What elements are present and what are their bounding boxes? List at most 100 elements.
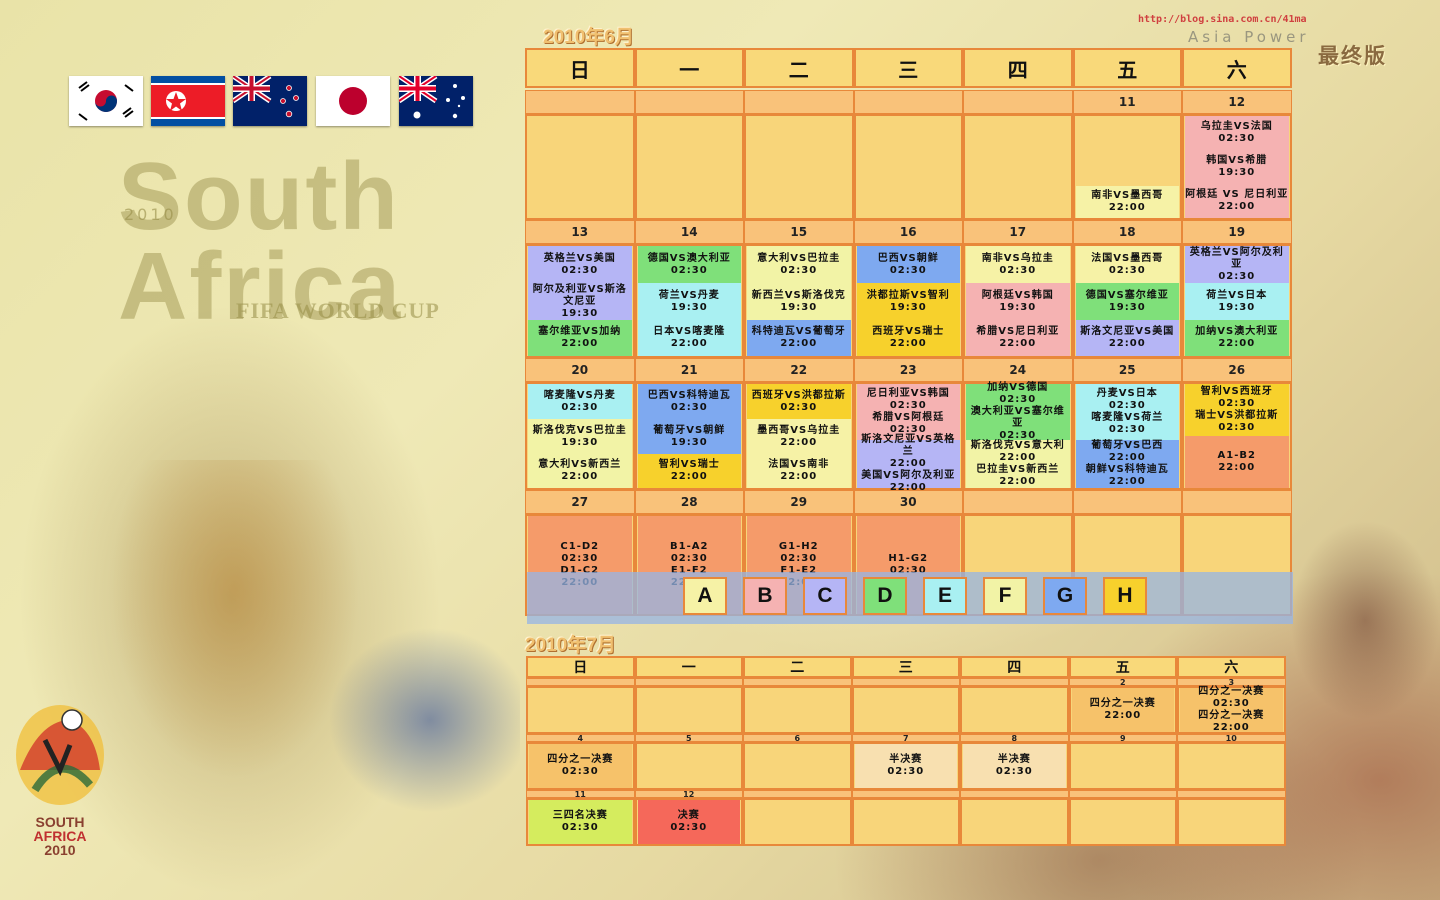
date-number (1072, 490, 1182, 514)
date-number (744, 90, 854, 114)
date-number: 12 (1182, 90, 1292, 114)
match-teams: 半决赛 (889, 754, 923, 765)
legend-group-e: E (923, 577, 967, 615)
day-cell (853, 114, 963, 220)
match-time: 02:30 (887, 766, 925, 777)
legend-group-d: D (863, 577, 907, 615)
day-cell: 巴西VS科特迪瓦 02:30 葡萄牙VS朝鲜 19:30 智利VS瑞士 22:00 (634, 382, 744, 490)
match-time: 22:00 (670, 338, 708, 349)
match-time: 02:30 (1108, 424, 1146, 435)
day-cell: 半决赛 02:30 (960, 742, 1069, 790)
day-cell (1177, 742, 1286, 790)
match-slot: 斯洛伐克VS意大利 22:00 巴拉圭VS新西兰 22:00 (966, 440, 1070, 488)
match-time: 02:30 (670, 401, 708, 413)
day-cell (634, 742, 743, 790)
match-time: 02:30 (999, 394, 1037, 405)
match-time: 02:30 (889, 400, 927, 411)
match-time: 22:00 (561, 338, 599, 349)
date-number: 17 (963, 220, 1073, 244)
legend-group-h: H (1103, 577, 1147, 615)
day-cell (744, 114, 854, 220)
day-cell (634, 114, 744, 220)
match-time: 02:30 (1108, 264, 1146, 276)
match-time: 02:30 (889, 264, 927, 276)
match-slot: 洪都拉斯VS智利 19:30 (856, 283, 960, 320)
date-number: 4 (526, 734, 635, 743)
match-teams: 乌拉圭VS法国 (1200, 121, 1273, 132)
match-time: 02:30 (561, 766, 599, 777)
match-time: 22:00 (999, 476, 1037, 487)
match-slot: 荷兰VS日本 19:30 (1185, 283, 1289, 320)
match-teams: 斯洛伐克VS意大利 (970, 440, 1065, 451)
weekday-header: 一 (634, 48, 744, 88)
date-number: 28 (634, 490, 744, 514)
weekday-header: 二 (744, 48, 854, 88)
day-cell: 四分之一决赛 02:30 四分之一决赛 22:00 (1177, 686, 1286, 734)
day-cell (851, 686, 960, 734)
date-number: 11 (1072, 90, 1182, 114)
date-number: 13 (525, 220, 635, 244)
day-cell (1068, 798, 1177, 846)
match-time: 02:30 (995, 766, 1033, 777)
legend-group-b: B (743, 577, 787, 615)
player-photo-kneeling (320, 620, 520, 820)
date-number: 11 (526, 790, 635, 799)
match-teams: 意大利VS巴拉圭 (757, 252, 841, 264)
match-teams: 英格兰VS美国 (543, 252, 616, 264)
date-number: 26 (1182, 358, 1292, 382)
match-teams: 四分之一决赛 (1198, 686, 1265, 697)
world-cup-logo: SOUTH AFRICA 2010 (10, 700, 110, 858)
match-time: 22:00 (1212, 722, 1250, 733)
day-cell (1177, 798, 1286, 846)
match-teams: 阿尔及利亚VS斯洛文尼亚 (532, 283, 627, 307)
match-time: 22:00 (780, 436, 818, 448)
match-teams: 荷兰VS丹麦 (658, 289, 720, 301)
match-teams: 美国VS阿尔及利亚 (861, 470, 956, 481)
day-cell: 四分之一决赛 02:30 (526, 742, 635, 790)
day-cell: 三四名决赛 02:30 (526, 798, 635, 846)
match-time: 02:30 (780, 401, 818, 413)
day-cell: 丹麦VS日本 02:30 喀麦隆VS荷兰 02:30 葡萄牙VS巴西 22:00 朝鲜VS科… (1072, 382, 1182, 490)
weekday-header: 六 (1182, 48, 1292, 88)
match-teams: H1-G2 (888, 553, 929, 564)
match-slot: 阿根廷 VS 尼日利亚 22:00 (1185, 184, 1289, 218)
player-photo-right (1290, 520, 1440, 720)
match-teams: 希腊VS尼日利亚 (976, 326, 1060, 337)
date-number: 30 (853, 490, 963, 514)
match-time: 02:30 (561, 264, 599, 276)
weekday-header: 二 (743, 656, 852, 678)
date-number: 3 (1177, 678, 1286, 687)
match-slot: 丹麦VS日本 02:30 喀麦隆VS荷兰 02:30 (1075, 384, 1179, 440)
north-korea-flag (151, 76, 225, 126)
match-teams: 阿根廷VS韩国 (981, 289, 1054, 301)
match-teams: 墨西哥VS乌拉圭 (757, 424, 841, 436)
date-number: 18 (1072, 220, 1182, 244)
date-number: 16 (853, 220, 963, 244)
match-slot: 法国VS南非 22:00 (747, 454, 851, 488)
date-number: 25 (1072, 358, 1182, 382)
match-slot: 智利VS西班牙 02:30 瑞士VS洪都拉斯 02:30 (1185, 384, 1289, 436)
weekday-header: 四 (963, 48, 1073, 88)
match-teams: 智利VS瑞士 (658, 459, 720, 470)
match-teams: 朝鲜VS科特迪瓦 (1085, 464, 1169, 475)
match-time: 22:00 (889, 338, 927, 349)
match-time: 22:00 (1108, 476, 1146, 487)
match-teams: 丹麦VS日本 (1096, 388, 1158, 399)
match-time: 02:30 (670, 822, 708, 833)
date-number: 20 (525, 358, 635, 382)
date-number: 14 (634, 220, 744, 244)
match-teams: 韩国VS希腊 (1206, 155, 1268, 166)
match-time: 19:30 (889, 301, 927, 313)
match-teams: 斯洛文尼亚VS英格兰 (861, 434, 956, 457)
match-teams: 巴西VS朝鲜 (877, 252, 939, 264)
june-title: 2010年6月 (543, 27, 634, 48)
asia-power-text: Asia Power (1188, 28, 1310, 46)
match-time: 02:30 (670, 264, 708, 276)
match-time: 02:30 (1218, 422, 1256, 433)
match-teams: 决赛 (677, 810, 700, 821)
australia-flag (399, 76, 473, 126)
match-teams: 葡萄牙VS朝鲜 (653, 424, 726, 436)
match-teams: 希腊VS阿根廷 (872, 412, 945, 423)
day-cell (634, 686, 743, 734)
match-time: 22:00 (1218, 462, 1256, 473)
